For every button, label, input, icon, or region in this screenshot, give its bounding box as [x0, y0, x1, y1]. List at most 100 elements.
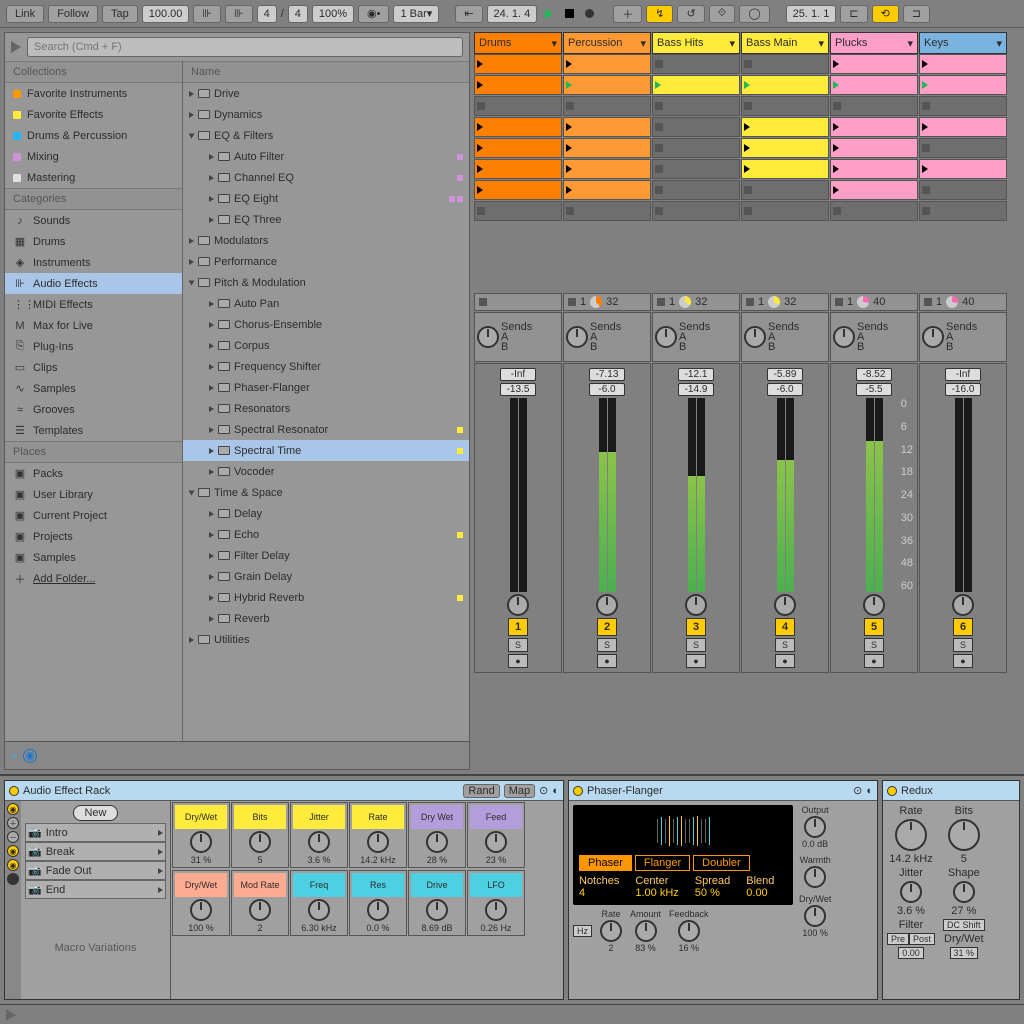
clip-play-icon[interactable]: [477, 186, 483, 194]
clip-play-icon[interactable]: [566, 186, 572, 194]
disclosure-triangle-icon[interactable]: [189, 91, 194, 97]
clip-slot[interactable]: [474, 180, 562, 200]
pan-knob[interactable]: [685, 594, 707, 616]
clip-slot[interactable]: [652, 138, 740, 158]
volume-value[interactable]: -5.89: [767, 368, 803, 381]
category-item-plug-ins[interactable]: ⎘Plug-Ins: [5, 336, 182, 357]
clip-slot[interactable]: [563, 201, 651, 221]
track-header-bass-main[interactable]: Bass Main▾: [741, 32, 829, 54]
disclosure-triangle-icon[interactable]: [189, 280, 195, 285]
tree-item-utilities[interactable]: Utilities: [183, 629, 469, 650]
clip-slot[interactable]: [919, 138, 1007, 158]
hz-mode-button[interactable]: Hz: [573, 925, 592, 937]
rate-knob[interactable]: [895, 819, 927, 851]
clip-slot[interactable]: [474, 96, 562, 116]
send-a-knob[interactable]: [566, 326, 588, 348]
solo-button[interactable]: S: [597, 638, 617, 652]
macro-knob[interactable]: [367, 899, 389, 921]
clip-slot[interactable]: [741, 159, 829, 179]
volume-value[interactable]: -7.13: [589, 368, 625, 381]
clip-play-icon[interactable]: [833, 123, 839, 131]
tree-item-reverb[interactable]: Reverb: [183, 608, 469, 629]
arm-button[interactable]: ●: [953, 654, 973, 668]
show-macros-icon[interactable]: ◉: [7, 803, 19, 815]
clip-slot[interactable]: [830, 159, 918, 179]
tree-item-modulators[interactable]: Modulators: [183, 230, 469, 251]
disclosure-triangle-icon[interactable]: [189, 238, 194, 244]
tempo-field[interactable]: 100.00: [142, 5, 190, 23]
macro-knob[interactable]: [249, 831, 271, 853]
chevron-down-icon[interactable]: ▾: [729, 37, 735, 50]
device-save-icon[interactable]: ⊙: [853, 784, 862, 797]
chevron-down-icon[interactable]: ▾: [907, 37, 913, 50]
category-item-instruments[interactable]: ◈Instruments: [5, 252, 182, 273]
clip-slot[interactable]: [474, 54, 562, 74]
clip-slot[interactable]: [919, 117, 1007, 137]
search-input[interactable]: [27, 37, 463, 57]
clip-slot[interactable]: [563, 54, 651, 74]
track-header-plucks[interactable]: Plucks▾: [830, 32, 918, 54]
disclosure-triangle-icon[interactable]: [209, 364, 214, 370]
show-chain-icon[interactable]: ◉: [7, 845, 19, 857]
groove-wave-icon[interactable]: ≈: [11, 750, 17, 762]
clip-play-icon[interactable]: [833, 186, 839, 194]
place-item-user-library[interactable]: ▣User Library: [5, 484, 182, 505]
clip-play-icon[interactable]: [566, 81, 572, 89]
device-hotswap-icon[interactable]: ◐: [866, 785, 873, 797]
clip-play-icon[interactable]: [922, 123, 928, 131]
tree-item-auto-pan[interactable]: Auto Pan: [183, 293, 469, 314]
pan-value[interactable]: -5.5: [856, 383, 892, 396]
clip-slot[interactable]: [474, 159, 562, 179]
clip-slot[interactable]: [830, 180, 918, 200]
clip-slot[interactable]: [563, 117, 651, 137]
clip-slot[interactable]: [741, 75, 829, 95]
tree-item-spectral-time[interactable]: Spectral Time: [183, 440, 469, 461]
time-sig-den[interactable]: 4: [288, 5, 308, 23]
disclosure-triangle-icon[interactable]: [209, 154, 214, 160]
clip-slot[interactable]: [741, 96, 829, 116]
clip-play-icon[interactable]: [744, 123, 750, 131]
mode-flanger-button[interactable]: Flanger: [635, 855, 690, 871]
tree-item-hybrid-reverb[interactable]: Hybrid Reverb: [183, 587, 469, 608]
output-knob[interactable]: [804, 816, 826, 838]
disclosure-triangle-icon[interactable]: [209, 532, 214, 538]
place-item-packs[interactable]: ▣Packs: [5, 463, 182, 484]
warmth-knob[interactable]: [804, 866, 826, 888]
disclosure-triangle-icon[interactable]: [209, 469, 214, 475]
tree-item-auto-filter[interactable]: Auto Filter: [183, 146, 469, 167]
chain-item-break[interactable]: 📷Break: [25, 842, 166, 861]
clip-slot[interactable]: [741, 201, 829, 221]
session-rec-icon[interactable]: ◯: [739, 5, 769, 23]
metronome-icon[interactable]: ◉•: [358, 5, 389, 23]
clip-slot[interactable]: [830, 138, 918, 158]
stop-icon[interactable]: [746, 298, 754, 306]
jitter-knob[interactable]: [900, 881, 922, 903]
disclosure-triangle-icon[interactable]: [209, 406, 214, 412]
clip-slot[interactable]: [652, 159, 740, 179]
disclosure-triangle-icon[interactable]: [209, 196, 214, 202]
clip-play-icon[interactable]: [922, 60, 928, 68]
time-sig-num[interactable]: 4: [257, 5, 277, 23]
mode-doubler-button[interactable]: Doubler: [693, 855, 750, 871]
clip-slot[interactable]: [919, 180, 1007, 200]
volume-value[interactable]: -Inf: [945, 368, 981, 381]
chain-item-end[interactable]: 📷End: [25, 880, 166, 899]
device-hotswap-icon[interactable]: ◐: [552, 785, 559, 797]
rate-knob[interactable]: [600, 920, 622, 942]
loop-left-icon[interactable]: ⊏: [840, 5, 867, 23]
place-item-current-project[interactable]: ▣Current Project: [5, 505, 182, 526]
clip-play-icon[interactable]: [655, 81, 661, 89]
disclosure-triangle-icon[interactable]: [189, 133, 195, 138]
solo-button[interactable]: S: [864, 638, 884, 652]
disclosure-triangle-icon[interactable]: [209, 511, 214, 517]
volume-fader[interactable]: [477, 398, 559, 592]
param-value[interactable]: 0.00: [746, 887, 774, 899]
clip-play-icon[interactable]: [922, 165, 928, 173]
groove-help-icon[interactable]: ◉: [23, 749, 37, 763]
track-header-keys[interactable]: Keys▾: [919, 32, 1007, 54]
tree-item-spectral-resonator[interactable]: Spectral Resonator: [183, 419, 469, 440]
send-a-knob[interactable]: [655, 326, 677, 348]
preview-play-icon[interactable]: [11, 41, 21, 53]
disclosure-triangle-icon[interactable]: [209, 385, 214, 391]
tree-item-resonators[interactable]: Resonators: [183, 398, 469, 419]
